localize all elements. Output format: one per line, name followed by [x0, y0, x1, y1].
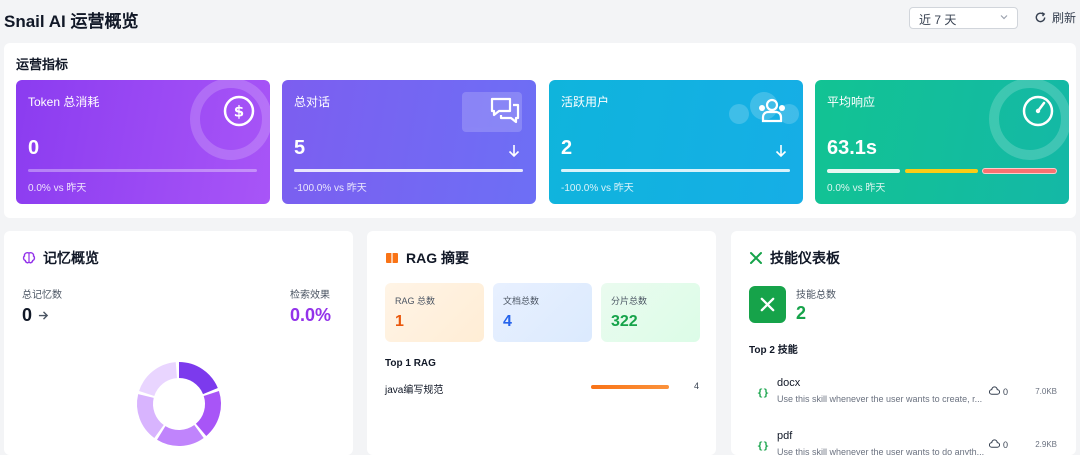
svg-text:$: $: [234, 103, 244, 121]
dollar-icon: $: [223, 95, 255, 127]
cloud-download-icon: [989, 439, 1000, 448]
speedometer-icon: [1022, 95, 1054, 127]
memory-panel: 记忆概览 总记忆数 0 检索效果 0.0%: [4, 231, 353, 455]
arrow-down-icon: [508, 145, 520, 158]
response-bar-fast: [827, 169, 900, 173]
date-range-value: 近 7 天: [919, 13, 957, 27]
metric-value: 0: [28, 137, 40, 159]
rag-stat-total-chunks: 分片总数 322: [601, 283, 700, 342]
skill-download-count: 0: [1003, 439, 1009, 450]
metric-delta: -100.0% vs 昨天: [561, 183, 634, 194]
metrics-section-title: 运营指标: [16, 57, 69, 72]
code-braces-icon: {}: [757, 441, 770, 452]
metric-progress-fill: [561, 169, 790, 172]
metrics-panel: 运营指标 $ Token 总消耗 0 0.0% vs 昨天 总对话 5 -100…: [4, 43, 1076, 218]
skills-total-badge: [749, 286, 786, 323]
metric-value: 5: [294, 137, 306, 159]
rag-stat-total-rag: RAG 总数 1: [385, 283, 484, 342]
metric-progress-track: [294, 169, 523, 172]
refresh-icon: [1035, 12, 1046, 23]
code-braces-icon: {}: [757, 388, 770, 399]
skill-size: 7.0KB: [1035, 387, 1057, 396]
skill-download-count: 0: [1003, 386, 1009, 397]
skill-size: 2.9KB: [1035, 440, 1057, 449]
response-bar-medium: [905, 169, 978, 173]
rag-stat-label: 文档总数: [503, 296, 540, 306]
rag-top-title: Top 1 RAG: [385, 358, 436, 369]
skill-name: docx: [777, 377, 801, 389]
top-bar: Snail AI 运营概览 近 7 天 刷新: [0, 0, 1080, 38]
rag-stat-value: 1: [395, 313, 404, 330]
brain-icon: [22, 252, 36, 264]
skills-total-label: 技能总数: [796, 290, 836, 301]
skills-top-title: Top 2 技能: [749, 345, 798, 356]
memory-panel-title: 记忆概览: [22, 248, 99, 268]
skill-row[interactable]: {} pdf Use this skill whenever the user …: [749, 427, 1061, 455]
skills-total-value: 2: [796, 303, 807, 323]
skill-downloads: 0: [989, 439, 1008, 450]
response-bar-slow: [983, 169, 1056, 173]
tools-icon: [750, 252, 762, 264]
metric-label: 平均响应: [827, 95, 876, 109]
refresh-button[interactable]: 刷新: [1034, 9, 1076, 26]
metric-card-conversations[interactable]: 总对话 5 -100.0% vs 昨天: [282, 80, 536, 204]
cloud-download-icon: [989, 386, 1000, 395]
skill-downloads: 0: [989, 386, 1008, 397]
metric-card-active-users[interactable]: 活跃用户 2 -100.0% vs 昨天: [549, 80, 803, 204]
rag-stat-value: 4: [503, 313, 512, 330]
metric-card-token[interactable]: $ Token 总消耗 0 0.0% vs 昨天: [16, 80, 270, 204]
arrow-down-icon: [775, 145, 787, 158]
rag-stat-total-docs: 文档总数 4: [493, 283, 592, 342]
total-memory-value: 0: [22, 305, 33, 325]
rag-item-name: java编写规范: [385, 385, 444, 396]
date-range-select[interactable]: 近 7 天: [909, 7, 1018, 29]
rag-stat-value: 322: [611, 313, 638, 330]
arrow-right-icon: [38, 311, 49, 320]
metric-label: 总对话: [294, 95, 331, 109]
metric-delta: -100.0% vs 昨天: [294, 183, 367, 194]
tools-icon: [760, 297, 775, 312]
skill-description: Use this skill whenever the user wants t…: [777, 394, 983, 404]
skill-row[interactable]: {} docx Use this skill whenever the user…: [749, 374, 1061, 414]
refresh-label: 刷新: [1052, 11, 1077, 25]
rag-stat-label: RAG 总数: [395, 296, 436, 306]
metric-progress-track: [28, 169, 257, 172]
metric-card-avg-response[interactable]: 平均响应 63.1s 0.0% vs 昨天: [815, 80, 1069, 204]
skills-panel: 技能仪表板 技能总数 2 Top 2 技能 {} docx Use this s…: [731, 231, 1076, 455]
total-memory-row: 0: [22, 305, 49, 326]
search-effect-value: 0.0%: [290, 305, 332, 325]
memory-donut-chart: [137, 362, 221, 446]
metric-value: 2: [561, 137, 573, 159]
metric-label: 活跃用户: [561, 95, 610, 109]
rag-panel: RAG 摘要 RAG 总数 1 文档总数 4 分片总数 322 Top 1 RA…: [367, 231, 716, 455]
total-memory-label: 总记忆数: [22, 290, 62, 301]
rag-item-bar-track: [591, 385, 669, 389]
book-icon: [386, 253, 398, 263]
chat-icon: [490, 97, 520, 124]
skills-panel-title: 技能仪表板: [749, 248, 840, 268]
rag-item-count: 4: [693, 381, 699, 391]
users-icon: [759, 98, 785, 123]
search-effect-label: 检索效果: [290, 290, 330, 301]
memory-title-text: 记忆概览: [43, 250, 99, 266]
chevron-down-icon: [1000, 15, 1008, 20]
page-title: Snail AI 运营概览: [4, 12, 139, 31]
rag-item-bar-fill: [591, 385, 669, 389]
rag-title-text: RAG 摘要: [406, 250, 469, 266]
rag-stat-label: 分片总数: [611, 296, 648, 306]
rag-panel-title: RAG 摘要: [385, 248, 469, 268]
metric-progress-fill: [294, 169, 523, 172]
metric-label: Token 总消耗: [28, 95, 100, 109]
metric-delta: 0.0% vs 昨天: [827, 183, 886, 194]
metric-value: 63.1s: [827, 137, 878, 159]
skill-description: Use this skill whenever the user wants t…: [777, 447, 985, 455]
skill-name: pdf: [777, 430, 793, 442]
metric-progress-track: [561, 169, 790, 172]
metric-delta: 0.0% vs 昨天: [28, 183, 87, 194]
rag-top-item[interactable]: java编写规范 4: [385, 380, 701, 396]
skills-title-text: 技能仪表板: [770, 250, 840, 266]
